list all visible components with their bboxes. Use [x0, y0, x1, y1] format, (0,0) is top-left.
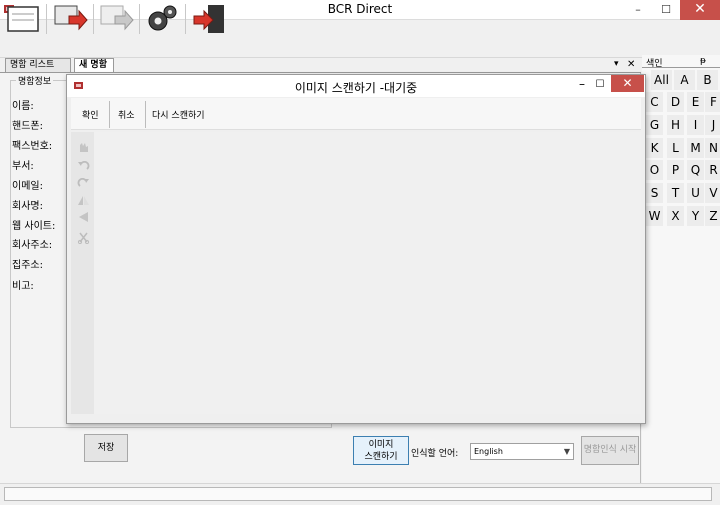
index-letter-t[interactable]: T: [667, 183, 684, 203]
cancel-button[interactable]: 취소: [118, 108, 135, 121]
tab-card-list[interactable]: 명함 리스트: [5, 58, 71, 72]
dialog-minimize-button[interactable]: –: [574, 75, 590, 95]
index-letter-h[interactable]: H: [667, 115, 684, 135]
save-button[interactable]: 저장: [84, 434, 128, 462]
close-tab-icon[interactable]: ✕: [627, 59, 635, 70]
index-letter-p[interactable]: P: [667, 160, 684, 180]
close-button[interactable]: ✕: [680, 0, 720, 20]
field-label-mobile: 핸드폰:: [12, 121, 43, 132]
card-info-group-title: 명함정보: [16, 74, 54, 87]
index-letter-d[interactable]: D: [667, 92, 684, 112]
index-letter-a[interactable]: A: [674, 70, 695, 90]
confirm-button[interactable]: 확인: [82, 108, 99, 121]
crop-icon[interactable]: [77, 232, 90, 244]
index-letter-o[interactable]: O: [646, 160, 663, 180]
rescan-button[interactable]: 다시 스캔하기: [152, 108, 205, 121]
dialog-side-toolbar: [71, 132, 94, 414]
dialog-title: 이미지 스캔하기 -대기중: [294, 81, 418, 95]
index-divider: [642, 67, 720, 68]
index-letter-f[interactable]: F: [705, 92, 720, 112]
index-letter-n[interactable]: N: [705, 138, 720, 158]
index-letter-m[interactable]: M: [687, 138, 704, 158]
field-label-company: 회사명:: [12, 201, 43, 212]
field-label-company-address: 회사주소:: [12, 240, 53, 251]
language-value: English: [474, 447, 503, 456]
toolbar-separator: [145, 101, 146, 128]
toolbar-separator: [139, 4, 140, 34]
index-letter-g[interactable]: G: [646, 115, 663, 135]
field-label-memo: 비고:: [12, 281, 34, 292]
scan-preview-area[interactable]: [94, 132, 641, 414]
index-letter-e[interactable]: E: [687, 92, 704, 112]
flip-vertical-icon[interactable]: [77, 195, 90, 207]
field-label-department: 부서:: [12, 161, 34, 172]
status-field: [4, 487, 712, 501]
pin-icon[interactable]: ᵽ: [700, 56, 706, 66]
index-letter-u[interactable]: U: [687, 183, 704, 203]
pin-icon[interactable]: ▾: [614, 59, 619, 69]
maximize-button[interactable]: ☐: [652, 0, 680, 20]
index-letter-c[interactable]: C: [646, 92, 663, 112]
rotate-left-icon[interactable]: [77, 161, 90, 173]
scan-image-button[interactable]: 이미지 스캔하기: [353, 436, 409, 465]
index-letter-k[interactable]: K: [646, 138, 663, 158]
language-select[interactable]: English ▼: [470, 443, 574, 460]
tab-new-card[interactable]: 새 명함: [74, 58, 114, 72]
index-letter-j[interactable]: J: [705, 115, 720, 135]
index-letter-s[interactable]: S: [646, 183, 663, 203]
index-letter-y[interactable]: Y: [687, 206, 704, 226]
index-letter-x[interactable]: X: [667, 206, 684, 226]
scan-button-label-line2: 스캔하기: [364, 452, 398, 462]
dialog-close-button[interactable]: ✕: [611, 75, 644, 92]
index-letter-b[interactable]: B: [697, 70, 718, 90]
index-letter-all[interactable]: All: [651, 70, 672, 90]
field-label-email: 이메일:: [12, 181, 43, 192]
scan-button-label-line1: 이미지: [368, 440, 394, 450]
dialog-maximize-button[interactable]: ☐: [592, 75, 608, 95]
import-icon[interactable]: [51, 2, 89, 36]
exit-icon[interactable]: [190, 2, 228, 36]
index-letter-i[interactable]: I: [687, 115, 704, 135]
toolbar-separator: [93, 4, 94, 34]
new-card-icon[interactable]: [4, 2, 42, 36]
flip-horizontal-icon[interactable]: [77, 211, 90, 223]
index-letter-l[interactable]: L: [667, 138, 684, 158]
field-label-website: 웹 사이트:: [12, 221, 56, 232]
toolbar-separator: [109, 101, 110, 128]
chevron-down-icon: ▼: [563, 447, 570, 456]
settings-icon[interactable]: [143, 2, 181, 36]
index-letter-v[interactable]: V: [705, 183, 720, 203]
minimize-button[interactable]: –: [624, 0, 652, 20]
index-letter-r[interactable]: R: [705, 160, 720, 180]
hand-icon[interactable]: [77, 141, 90, 153]
index-letter-z[interactable]: Z: [705, 206, 720, 226]
field-label-fax: 팩스번호:: [12, 141, 53, 152]
field-label-home-address: 집주소:: [12, 260, 43, 271]
field-label-name: 이름:: [12, 101, 34, 112]
index-letter-w[interactable]: W: [646, 206, 663, 226]
index-letter-q[interactable]: Q: [687, 160, 704, 180]
export-icon[interactable]: [97, 2, 135, 36]
toolbar-separator: [46, 4, 47, 34]
language-label: 인식할 언어:: [411, 449, 459, 459]
toolbar-separator: [185, 4, 186, 34]
rotate-right-icon[interactable]: [77, 178, 90, 190]
start-recognition-button[interactable]: 명함인식 시작: [581, 436, 639, 465]
